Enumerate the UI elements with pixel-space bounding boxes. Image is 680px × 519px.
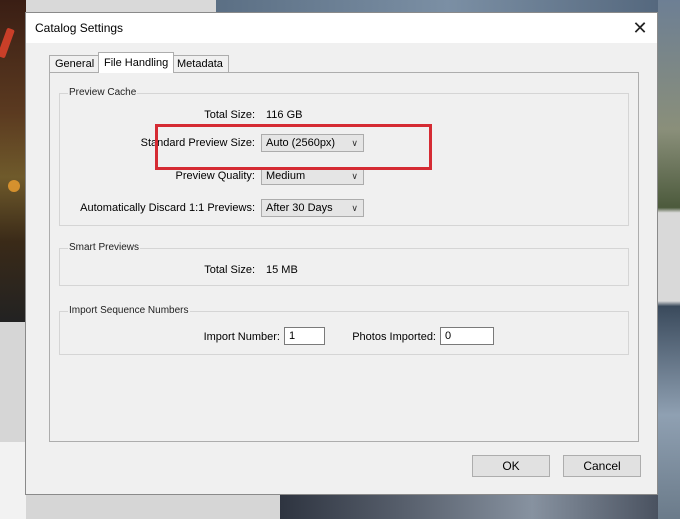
photos-imported-input[interactable]: 0 <box>440 327 494 345</box>
chevron-down-icon: ∨ <box>351 203 358 213</box>
standard-preview-size-value: Auto (2560px) <box>266 137 336 149</box>
cancel-button[interactable]: Cancel <box>563 455 641 477</box>
background-strip-bottom <box>26 495 658 519</box>
background-strip-top <box>26 0 216 12</box>
background-photo-left <box>0 0 26 322</box>
discard-previews-select[interactable]: After 30 Days ∨ <box>261 199 364 217</box>
import-number-label: Import Number: <box>203 331 280 343</box>
cache-total-size-value: 116 GB <box>266 109 303 121</box>
background-photo-left-bottom <box>0 442 26 519</box>
preview-quality-select[interactable]: Medium ∨ <box>261 167 364 185</box>
background-light-streak <box>0 27 15 59</box>
preview-quality-label: Preview Quality: <box>175 170 255 182</box>
dialog-title: Catalog Settings <box>35 21 124 35</box>
background-panel-left <box>0 322 26 442</box>
ok-button[interactable]: OK <box>472 455 550 477</box>
chevron-down-icon: ∨ <box>351 171 358 181</box>
preview-quality-value: Medium <box>266 170 306 182</box>
smart-total-size-label: Total Size: <box>204 264 255 276</box>
background-photo-bottom <box>280 495 658 519</box>
catalog-settings-dialog: Catalog Settings ✕ General File Handling… <box>25 12 658 495</box>
import-sequence-legend: Import Sequence Numbers <box>68 305 190 316</box>
file-handling-panel: Preview Cache Total Size: 116 GB Standar… <box>49 72 639 442</box>
tab-general[interactable]: General <box>49 55 101 72</box>
title-bar: Catalog Settings ✕ <box>26 13 657 43</box>
cache-total-size-label: Total Size: <box>204 109 255 121</box>
background-photo-top <box>216 0 680 12</box>
preview-cache-legend: Preview Cache <box>68 87 138 98</box>
standard-preview-size-label: Standard Preview Size: <box>140 137 255 149</box>
import-number-input[interactable]: 1 <box>284 327 325 345</box>
discard-previews-label: Automatically Discard 1:1 Previews: <box>80 202 255 214</box>
discard-previews-value: After 30 Days <box>266 202 333 214</box>
smart-previews-legend: Smart Previews <box>68 242 141 253</box>
tab-metadata[interactable]: Metadata <box>171 55 229 72</box>
tab-file-handling[interactable]: File Handling <box>98 52 175 73</box>
preview-cache-group: Preview Cache Total Size: 116 GB Standar… <box>59 87 629 226</box>
background-light-spot <box>8 180 20 192</box>
smart-previews-group: Smart Previews Total Size: 15 MB <box>59 242 629 286</box>
photos-imported-label: Photos Imported: <box>352 331 436 343</box>
chevron-down-icon: ∨ <box>351 138 358 148</box>
smart-total-size-value: 15 MB <box>266 264 298 276</box>
standard-preview-size-select[interactable]: Auto (2560px) ∨ <box>261 134 364 152</box>
close-icon[interactable]: ✕ <box>627 15 653 41</box>
import-sequence-group: Import Sequence Numbers Import Number: 1… <box>59 305 629 355</box>
background-photo-right <box>658 0 680 519</box>
